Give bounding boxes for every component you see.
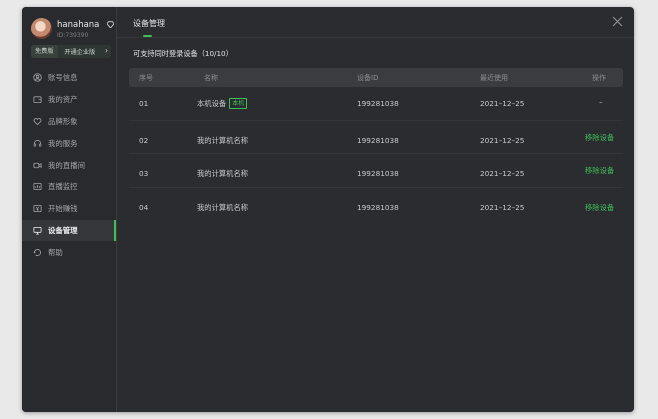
- sidebar-item-label: 设备管理: [48, 225, 78, 235]
- sidebar-item-help[interactable]: 帮助: [22, 241, 116, 263]
- column-header-last-used: 最近使用: [480, 74, 508, 82]
- row-name: 我的计算机名称: [197, 202, 249, 212]
- row-device-id: 199281038: [357, 135, 399, 145]
- remove-device-button[interactable]: 移除设备: [585, 133, 614, 143]
- monitor-chart-icon: [33, 182, 42, 191]
- table-row: 01 本机设备 本机 199281038 2021–12–25 –: [129, 87, 623, 121]
- sidebar-item-device-management[interactable]: 设备管理: [22, 219, 116, 242]
- row-device-id: 199281038: [357, 169, 399, 178]
- plan-badge: 免费版: [31, 45, 58, 58]
- table-row: 03 我的计算机名称 199281038 2021–12–25 移除设备: [129, 154, 623, 188]
- sidebar-item-account[interactable]: 账号信息: [22, 67, 116, 89]
- device-table: 序号 名称 设备ID 最近使用 操作 01 本机设备 本机 199281038 2…: [129, 68, 623, 220]
- row-name-cell: 本机设备 本机: [197, 98, 248, 109]
- chevron-right-icon: ›: [104, 46, 109, 55]
- remove-device-button[interactable]: 移除设备: [585, 166, 614, 176]
- heart-icon: [33, 117, 42, 126]
- headset-icon: [33, 139, 42, 148]
- sidebar-item-assets[interactable]: 我的资产: [22, 89, 116, 111]
- row-index: 02: [139, 135, 149, 145]
- sidebar-item-label: 帮助: [48, 247, 63, 257]
- user-profile: hanahana ID:739390: [31, 18, 114, 42]
- plan-bar[interactable]: 免费版 开通企业版 ›: [31, 45, 111, 58]
- user-id: ID:739390: [57, 32, 89, 39]
- row-index: 04: [139, 202, 149, 212]
- panel-header: 设备管理: [117, 7, 634, 38]
- help-icon: [33, 248, 42, 257]
- close-icon[interactable]: [612, 16, 623, 27]
- device-limit-summary: 可支持同时登录设备（10/10）: [133, 49, 233, 58]
- camera-icon: [33, 161, 42, 170]
- sidebar-item-label: 我的服务: [48, 138, 78, 148]
- row-last-used: 2021–12–25: [480, 169, 525, 178]
- row-device-id: 199281038: [357, 202, 399, 212]
- row-last-used: 2021–12–25: [480, 202, 525, 212]
- title-underline: [143, 35, 152, 37]
- sidebar-item-live-room[interactable]: 我的直播间: [22, 154, 116, 176]
- column-header-device-id: 设备ID: [357, 74, 379, 82]
- row-last-used: 2021–12–25: [480, 99, 525, 108]
- row-name: 我的计算机名称: [197, 169, 249, 178]
- sidebar-item-label: 开始赚钱: [48, 204, 78, 214]
- wallet-icon: [33, 95, 42, 104]
- sidebar: hanahana ID:739390 免费版 开通企业版 › 账号信息 我的资产…: [22, 7, 117, 412]
- row-action-placeholder: –: [599, 98, 603, 107]
- row-last-used: 2021–12–25: [480, 135, 525, 145]
- column-header-index: 序号: [139, 74, 153, 82]
- sidebar-item-label: 账号信息: [48, 73, 78, 83]
- upgrade-enterprise-link[interactable]: 开通企业版: [58, 47, 102, 56]
- column-header-action: 操作: [592, 74, 606, 82]
- column-header-name: 名称: [204, 74, 218, 82]
- avatar[interactable]: [31, 18, 52, 39]
- table-row: 02 我的计算机名称 199281038 2021–12–25 移除设备: [129, 121, 623, 154]
- settings-window: hanahana ID:739390 免费版 开通企业版 › 账号信息 我的资产…: [22, 7, 634, 412]
- row-index: 03: [139, 169, 149, 178]
- sidebar-item-label: 直播监控: [48, 182, 78, 192]
- row-name: 本机设备: [197, 99, 227, 108]
- sidebar-item-label: 我的直播间: [48, 160, 85, 170]
- sidebar-item-services[interactable]: 我的服务: [22, 132, 116, 154]
- table-row: 04 我的计算机名称 199281038 2021–12–25 移除设备: [129, 188, 623, 221]
- main-panel: 设备管理 可支持同时登录设备（10/10） 序号 名称 设备ID 最近使用 操作…: [117, 7, 634, 412]
- sidebar-item-label: 品牌形象: [48, 116, 78, 126]
- sidebar-nav: 账号信息 我的资产 品牌形象 我的服务 我的直播间 直播监控 开始赚钱 设备管理…: [22, 67, 116, 263]
- sidebar-item-label: 我的资产: [48, 95, 78, 105]
- row-device-id: 199281038: [357, 99, 399, 108]
- row-index: 01: [139, 99, 149, 108]
- remove-device-button[interactable]: 移除设备: [585, 203, 614, 213]
- sidebar-item-brand[interactable]: 品牌形象: [22, 111, 116, 133]
- page-title: 设备管理: [133, 19, 165, 28]
- sidebar-item-live-monitor[interactable]: 直播监控: [22, 176, 116, 198]
- local-device-tag: 本机: [229, 98, 248, 109]
- desktop-icon: [33, 226, 42, 235]
- gem-icon: [107, 21, 114, 28]
- username: hanahana: [57, 20, 100, 30]
- table-header: 序号 名称 设备ID 最近使用 操作: [129, 68, 623, 87]
- row-name: 我的计算机名称: [197, 135, 249, 145]
- sidebar-item-earn[interactable]: 开始赚钱: [22, 198, 116, 220]
- user-circle-icon: [33, 73, 42, 83]
- money-icon: [33, 204, 42, 213]
